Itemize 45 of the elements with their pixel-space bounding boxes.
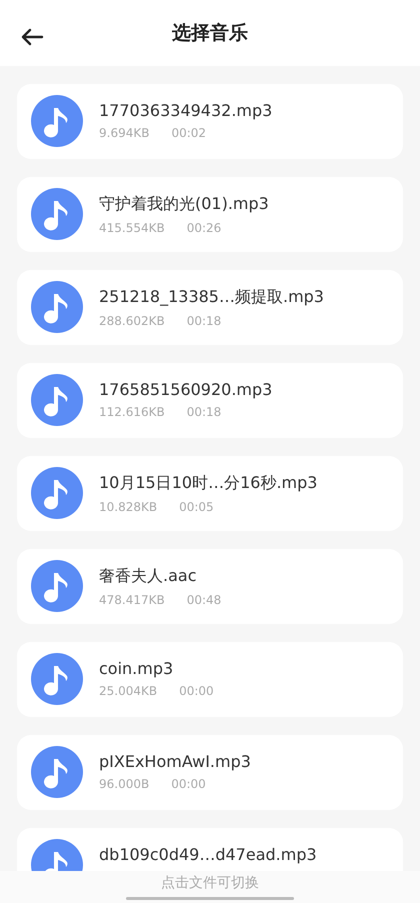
music-file-item[interactable]: db109c0d49…d47ead.mp3 — [17, 828, 403, 871]
file-size: 9.694KB — [99, 126, 150, 140]
music-file-item[interactable]: 1770363349432.mp3 9.694KB 00:02 — [17, 84, 403, 159]
file-duration: 00:18 — [186, 314, 222, 328]
music-file-item[interactable]: 守护着我的光(01).mp3 415.554KB 00:26 — [17, 177, 403, 252]
file-size: 478.417KB — [99, 593, 165, 607]
file-duration: 00:26 — [186, 221, 222, 235]
back-arrow-icon[interactable] — [20, 28, 44, 46]
file-size: 96.000B — [99, 777, 150, 791]
file-duration: 00:05 — [179, 500, 214, 514]
music-note-icon — [31, 746, 83, 798]
music-note-icon — [31, 467, 83, 519]
music-file-item[interactable]: pIXExHomAwI.mp3 96.000B 00:00 — [17, 735, 403, 810]
file-name: 守护着我的光(01).mp3 — [99, 194, 269, 215]
file-size: 25.004KB — [99, 684, 158, 698]
music-note-icon — [31, 653, 83, 705]
file-duration: 00:00 — [179, 684, 214, 698]
music-file-item[interactable]: 1765851560920.mp3 112.616KB 00:18 — [17, 363, 403, 438]
music-file-item[interactable]: coin.mp3 25.004KB 00:00 — [17, 642, 403, 717]
file-name: 251218_13385…频提取.mp3 — [99, 287, 324, 308]
file-duration: 00:18 — [186, 405, 222, 419]
file-name: 1770363349432.mp3 — [99, 101, 272, 120]
file-name: coin.mp3 — [99, 659, 174, 678]
music-file-item[interactable]: 10月15日10时…分16秒.mp3 10.828KB 00:05 — [17, 456, 403, 531]
page-title: 选择音乐 — [172, 21, 248, 46]
file-duration: 00:02 — [171, 126, 206, 140]
file-name: 1765851560920.mp3 — [99, 380, 272, 399]
file-duration: 00:48 — [186, 593, 222, 607]
hint-text: 点击文件可切换 — [161, 874, 259, 892]
file-name: 10月15日10时…分16秒.mp3 — [99, 473, 318, 494]
file-duration: 00:00 — [171, 777, 206, 791]
music-note-icon — [31, 281, 83, 333]
music-note-icon — [31, 188, 83, 240]
music-note-icon — [31, 560, 83, 612]
file-name: pIXExHomAwI.mp3 — [99, 752, 251, 771]
file-size: 10.828KB — [99, 500, 158, 514]
music-note-icon — [31, 95, 83, 147]
file-size: 415.554KB — [99, 221, 165, 235]
file-name: db109c0d49…d47ead.mp3 — [99, 845, 317, 864]
file-size: 112.616KB — [99, 405, 165, 419]
music-file-item[interactable]: 奢香夫人.aac 478.417KB 00:48 — [17, 549, 403, 624]
music-note-icon — [31, 374, 83, 426]
file-name: 奢香夫人.aac — [99, 566, 198, 587]
file-size: 288.602KB — [99, 314, 165, 328]
music-file-item[interactable]: 251218_13385…频提取.mp3 288.602KB 00:18 — [17, 270, 403, 345]
